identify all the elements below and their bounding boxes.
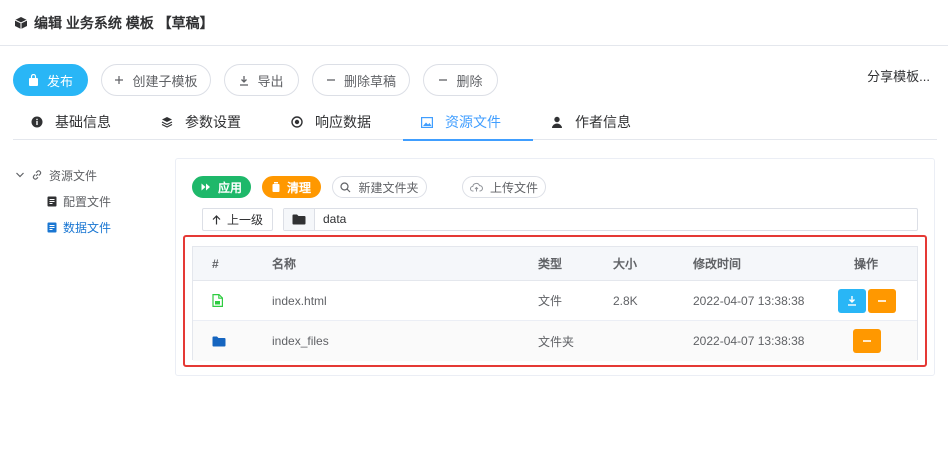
bag-icon xyxy=(28,74,39,86)
upload-label: 上传文件 xyxy=(489,180,538,195)
search-icon xyxy=(340,181,351,193)
download-button[interactable] xyxy=(838,288,866,313)
file-table: # 名称 类型 大小 修改时间 操作 index.html 文件 2.8K 20… xyxy=(192,246,918,361)
remove-button[interactable] xyxy=(853,329,881,353)
row-actions xyxy=(813,281,919,320)
header-name: 名称 xyxy=(272,257,297,271)
header-actions: 操作 xyxy=(853,257,878,271)
file-toolbar: 应用 清理 新建文件夹 上传文件 xyxy=(192,176,557,198)
action-toolbar: 发布 创建子模板 导出 删除草稿 删除 xyxy=(13,64,511,96)
tree-node-resource-files[interactable]: 资源文件 xyxy=(15,162,165,188)
header-type: 类型 xyxy=(538,257,563,271)
clean-label: 清理 xyxy=(286,180,311,195)
layers-icon xyxy=(161,116,173,128)
delete-draft-button[interactable]: 删除草稿 xyxy=(312,64,410,96)
path-bar: 上一级 data xyxy=(202,208,918,231)
tree-node-config-files[interactable]: 配置文件 xyxy=(15,188,165,214)
plus-icon xyxy=(114,75,124,85)
create-child-label: 创建子模板 xyxy=(132,73,198,89)
export-label: 导出 xyxy=(257,73,284,89)
resource-tree: 资源文件 配置文件 数据文件 xyxy=(15,162,165,240)
publish-label: 发布 xyxy=(46,73,73,89)
cloud-upload-icon xyxy=(470,182,483,192)
page-title: 编辑 业务系统 模板 【草稿】 xyxy=(34,14,214,31)
tab-resource-files[interactable]: 资源文件 xyxy=(403,104,533,141)
clean-button[interactable]: 清理 xyxy=(262,176,321,198)
tab-response-data[interactable]: 响应数据 xyxy=(273,104,403,140)
person-icon xyxy=(551,116,563,128)
minus-icon xyxy=(438,75,448,85)
file-modified: 2022-04-07 13:38:38 xyxy=(693,293,805,308)
link-icon xyxy=(31,169,43,181)
publish-button[interactable]: 发布 xyxy=(13,64,88,96)
document-icon xyxy=(47,196,57,207)
row-actions xyxy=(813,321,919,361)
file-type: 文件夹 xyxy=(538,334,575,349)
title-bar: 编辑 业务系统 模板 【草稿】 xyxy=(0,0,948,46)
tab-label: 基础信息 xyxy=(55,114,111,130)
chevron-down-icon[interactable] xyxy=(15,170,25,180)
delete-button[interactable]: 删除 xyxy=(423,64,498,96)
minus-icon xyxy=(878,299,886,302)
table-header: # 名称 类型 大小 修改时间 操作 xyxy=(193,247,917,281)
minus-icon xyxy=(863,340,871,342)
table-row[interactable]: index_files 文件夹 2022-04-07 13:38:38 xyxy=(193,321,917,361)
table-row[interactable]: index.html 文件 2.8K 2022-04-07 13:38:38 xyxy=(193,281,917,321)
image-icon xyxy=(421,116,433,128)
upload-file-button[interactable]: 上传文件 xyxy=(462,176,546,198)
new-folder-label: 新建文件夹 xyxy=(358,180,419,195)
header-modified: 修改时间 xyxy=(693,257,742,271)
tree-node-data-files[interactable]: 数据文件 xyxy=(15,214,165,240)
file-modified: 2022-04-07 13:38:38 xyxy=(693,334,805,348)
tab-parameter-settings[interactable]: 参数设置 xyxy=(143,104,273,140)
tree-node-label: 配置文件 xyxy=(63,194,112,209)
file-size: 2.8K xyxy=(613,293,638,308)
new-folder-button[interactable]: 新建文件夹 xyxy=(332,176,427,198)
tab-label: 作者信息 xyxy=(575,114,631,130)
target-icon xyxy=(291,116,303,128)
delete-draft-label: 删除草稿 xyxy=(343,73,396,89)
share-template-link[interactable]: 分享模板... xyxy=(867,66,930,85)
download-icon xyxy=(848,296,856,306)
export-button[interactable]: 导出 xyxy=(224,64,299,96)
tab-label: 响应数据 xyxy=(315,114,371,130)
tab-label: 资源文件 xyxy=(445,114,501,130)
document-icon xyxy=(47,222,57,233)
remove-button[interactable] xyxy=(868,288,896,313)
tab-author-info[interactable]: 作者信息 xyxy=(533,104,663,140)
tree-node-label: 数据文件 xyxy=(63,220,112,235)
info-icon xyxy=(31,116,43,128)
file-name[interactable]: index_files xyxy=(272,321,329,361)
parent-folder-label: 上一级 xyxy=(226,213,263,227)
tree-node-label: 资源文件 xyxy=(49,168,98,183)
header-size: 大小 xyxy=(613,257,638,271)
current-path: data xyxy=(323,212,347,226)
file-icon xyxy=(212,281,223,320)
trash-icon xyxy=(272,182,280,192)
path-field[interactable]: data xyxy=(283,208,918,231)
create-child-template-button[interactable]: 创建子模板 xyxy=(101,64,211,96)
folder-icon xyxy=(284,209,315,230)
arrow-up-icon xyxy=(212,214,221,225)
folder-icon xyxy=(212,321,226,361)
apply-label: 应用 xyxy=(217,180,242,195)
parent-folder-button[interactable]: 上一级 xyxy=(202,208,273,231)
file-name[interactable]: index.html xyxy=(272,281,327,320)
tab-label: 参数设置 xyxy=(185,114,241,130)
download-icon xyxy=(239,75,249,86)
apply-button[interactable]: 应用 xyxy=(192,176,251,198)
delete-label: 删除 xyxy=(456,73,483,89)
fast-forward-icon xyxy=(201,183,211,191)
tab-bar: 基础信息 参数设置 响应数据 资源文件 作者信息 xyxy=(13,104,937,141)
file-type: 文件 xyxy=(538,294,563,308)
header-index: # xyxy=(212,256,219,271)
minus-icon xyxy=(326,75,336,85)
cube-icon xyxy=(14,16,28,30)
tab-basic-info[interactable]: 基础信息 xyxy=(13,104,143,140)
